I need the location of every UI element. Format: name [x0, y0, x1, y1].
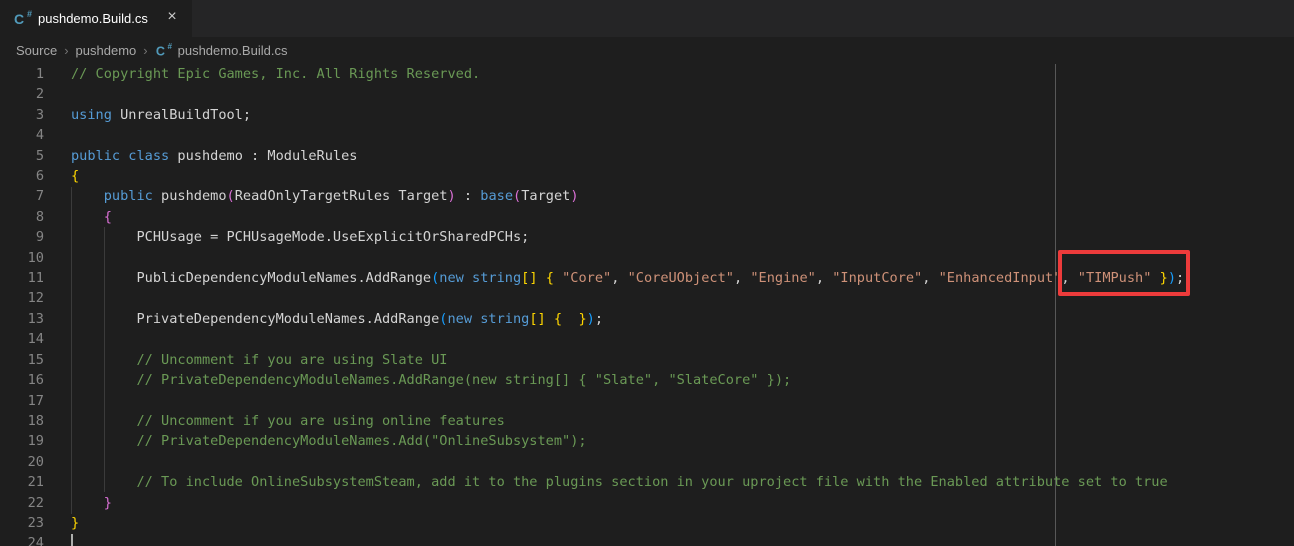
code-line[interactable]: 6{ [0, 166, 1294, 186]
line-number[interactable]: 24 [0, 533, 44, 546]
code-text: public pushdemo(ReadOnlyTargetRules Targ… [44, 186, 579, 206]
code-line[interactable]: 18 // Uncomment if you are using online … [0, 411, 1294, 431]
code-line[interactable]: 16 // PrivateDependencyModuleNames.AddRa… [0, 370, 1294, 390]
code-line[interactable]: 8 { [0, 207, 1294, 227]
line-number[interactable]: 15 [0, 350, 44, 370]
tab-title: pushdemo.Build.cs [38, 11, 158, 26]
line-number[interactable]: 18 [0, 411, 44, 431]
code-line[interactable]: 19 // PrivateDependencyModuleNames.Add("… [0, 431, 1294, 451]
line-number[interactable]: 4 [0, 125, 44, 145]
line-number[interactable]: 17 [0, 391, 44, 411]
code-text: // To include OnlineSubsystemSteam, add … [44, 472, 1168, 492]
breadcrumb: Source › pushdemo › C # pushdemo.Build.c… [0, 37, 1294, 64]
line-number[interactable]: 21 [0, 472, 44, 492]
code-editor[interactable]: 1// Copyright Epic Games, Inc. All Right… [0, 64, 1294, 546]
code-text: } [44, 493, 112, 513]
code-text: } [44, 513, 79, 533]
code-text: // Uncomment if you are using online fea… [44, 411, 505, 431]
line-number[interactable]: 19 [0, 431, 44, 451]
code-line[interactable]: 10 [0, 248, 1294, 268]
code-text [44, 452, 71, 472]
code-text: PublicDependencyModuleNames.AddRange(new… [44, 268, 1184, 288]
code-line[interactable]: 7 public pushdemo(ReadOnlyTargetRules Ta… [0, 186, 1294, 206]
line-number[interactable]: 22 [0, 493, 44, 513]
code-text [44, 391, 71, 411]
code-text: PrivateDependencyModuleNames.AddRange(ne… [44, 309, 603, 329]
code-text: public class pushdemo : ModuleRules [44, 146, 357, 166]
code-line[interactable]: 4 [0, 125, 1294, 145]
code-line[interactable]: 22 } [0, 493, 1294, 513]
code-text [44, 248, 71, 268]
code-line[interactable]: 15 // Uncomment if you are using Slate U… [0, 350, 1294, 370]
code-line[interactable]: 3using UnrealBuildTool; [0, 105, 1294, 125]
code-text: PCHUsage = PCHUsageMode.UseExplicitOrSha… [44, 227, 529, 247]
line-number[interactable]: 3 [0, 105, 44, 125]
line-number[interactable]: 7 [0, 186, 44, 206]
line-number[interactable]: 20 [0, 452, 44, 472]
code-text: // Uncomment if you are using Slate UI [44, 350, 447, 370]
line-number[interactable]: 23 [0, 513, 44, 533]
code-line[interactable]: 21 // To include OnlineSubsystemSteam, a… [0, 472, 1294, 492]
csharp-file-icon: C # [155, 43, 170, 57]
code-text: { [44, 207, 112, 227]
text-cursor [71, 534, 73, 546]
code-text [44, 84, 71, 104]
code-line[interactable]: 5public class pushdemo : ModuleRules [0, 146, 1294, 166]
code-line[interactable]: 17 [0, 391, 1294, 411]
code-line[interactable]: 2 [0, 84, 1294, 104]
line-number[interactable]: 12 [0, 288, 44, 308]
code-text: // PrivateDependencyModuleNames.AddRange… [44, 370, 791, 390]
code-line[interactable]: 13 PrivateDependencyModuleNames.AddRange… [0, 309, 1294, 329]
line-number[interactable]: 9 [0, 227, 44, 247]
csharp-file-icon: C # [14, 11, 31, 27]
line-number[interactable]: 13 [0, 309, 44, 329]
code-line[interactable]: 11 PublicDependencyModuleNames.AddRange(… [0, 268, 1294, 288]
breadcrumb-item-source[interactable]: Source [16, 43, 57, 58]
line-number[interactable]: 11 [0, 268, 44, 288]
line-number[interactable]: 2 [0, 84, 44, 104]
code-lines: 1// Copyright Epic Games, Inc. All Right… [0, 64, 1294, 546]
chevron-right-icon: › [143, 43, 147, 58]
chevron-right-icon: › [64, 43, 68, 58]
breadcrumb-item-pushdemo[interactable]: pushdemo [76, 43, 137, 58]
code-text: using UnrealBuildTool; [44, 105, 251, 125]
code-line[interactable]: 20 [0, 452, 1294, 472]
code-line[interactable]: 12 [0, 288, 1294, 308]
tab-bar: C # pushdemo.Build.cs × [0, 0, 1294, 37]
line-number[interactable]: 8 [0, 207, 44, 227]
code-line[interactable]: 24 [0, 533, 1294, 546]
code-text [44, 329, 71, 349]
breadcrumb-item-file[interactable]: pushdemo.Build.cs [178, 43, 288, 58]
line-number[interactable]: 14 [0, 329, 44, 349]
code-text [44, 288, 71, 308]
close-icon[interactable]: × [162, 9, 182, 29]
code-text [44, 533, 71, 546]
tab-pushdemo-build-cs[interactable]: C # pushdemo.Build.cs × [0, 0, 192, 37]
code-text: { [44, 166, 79, 186]
code-line[interactable]: 14 [0, 329, 1294, 349]
line-number[interactable]: 1 [0, 64, 44, 84]
code-line[interactable]: 1// Copyright Epic Games, Inc. All Right… [0, 64, 1294, 84]
line-number[interactable]: 5 [0, 146, 44, 166]
line-number[interactable]: 10 [0, 248, 44, 268]
code-text: // PrivateDependencyModuleNames.Add("Onl… [44, 431, 587, 451]
code-text [44, 125, 71, 145]
line-number[interactable]: 6 [0, 166, 44, 186]
code-line[interactable]: 9 PCHUsage = PCHUsageMode.UseExplicitOrS… [0, 227, 1294, 247]
code-text: // Copyright Epic Games, Inc. All Rights… [44, 64, 480, 84]
line-number[interactable]: 16 [0, 370, 44, 390]
code-line[interactable]: 23} [0, 513, 1294, 533]
